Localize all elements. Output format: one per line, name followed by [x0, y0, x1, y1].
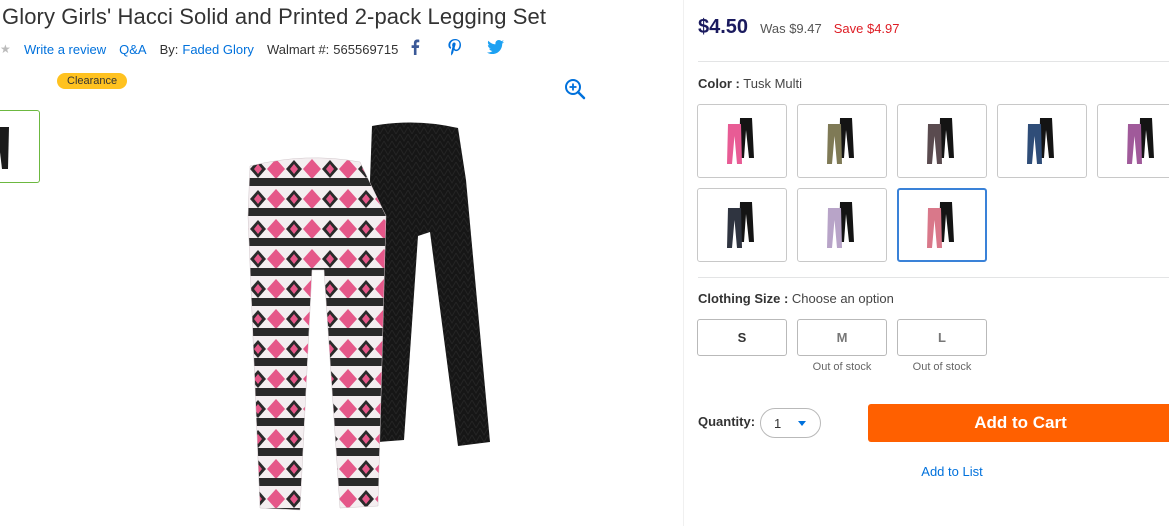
brand-link[interactable]: Faded Glory [182, 42, 254, 57]
write-review-link[interactable]: Write a review [24, 42, 106, 57]
size-m-status: Out of stock [812, 361, 872, 373]
size-l-status: Out of stock [912, 361, 972, 373]
facebook-icon[interactable] [406, 38, 424, 56]
size-label: Clothing Size : [698, 291, 789, 306]
swatch-image [927, 118, 954, 164]
star-icon: ★ [0, 42, 10, 56]
size-option-l[interactable]: L [897, 319, 987, 356]
swatch-image [727, 202, 754, 248]
swatch-image [727, 118, 754, 164]
swatch-image [827, 202, 854, 248]
pinterest-icon[interactable] [446, 38, 464, 56]
quantity-select[interactable]: 1 [760, 408, 821, 438]
add-to-list-link[interactable]: Add to List [868, 464, 1036, 479]
size-option-s[interactable]: S [697, 319, 787, 356]
product-image [240, 120, 510, 520]
swatch-image [1127, 118, 1154, 164]
walmart-number: 565569715 [333, 41, 399, 57]
qa-link[interactable]: Q&A [119, 42, 146, 57]
current-price: $4.50 [698, 16, 749, 38]
color-swatch-purple-print[interactable] [1097, 104, 1169, 178]
by-label: By: [159, 41, 179, 57]
chevron-down-icon [798, 421, 806, 426]
color-swatch-navy-denim[interactable] [997, 104, 1087, 178]
product-meta: ★ Write a review Q&A By: Faded Glory Wal… [0, 40, 398, 58]
add-to-cart-button[interactable]: Add to Cart [868, 404, 1169, 442]
size-label-row: Clothing Size : Choose an option [698, 291, 894, 306]
color-value: Tusk Multi [743, 76, 803, 91]
walmart-label: Walmart #: [266, 41, 330, 57]
clearance-badge: Clearance [57, 73, 128, 89]
color-swatch-lavender-floral[interactable] [797, 188, 887, 262]
price-row: $4.50 Was $9.47 Save $4.97 [698, 16, 900, 39]
size-value: Choose an option [791, 291, 894, 306]
product-title: Glory Girls' Hacci Solid and Printed 2-p… [2, 4, 547, 29]
color-label: Color : [698, 76, 740, 91]
color-swatch-olive-camo[interactable] [797, 104, 887, 178]
color-swatch-black-dots[interactable] [697, 188, 787, 262]
color-swatch-pink-aztec[interactable] [697, 104, 787, 178]
color-label-row: Color : Tusk Multi [698, 76, 802, 91]
savings: Save $4.97 [833, 21, 900, 36]
social-share [406, 38, 504, 56]
zoom-in-icon[interactable] [564, 78, 586, 100]
swatch-image [1027, 118, 1054, 164]
twitter-icon[interactable] [486, 38, 504, 56]
quantity-value: 1 [774, 415, 782, 431]
was-price: Was $9.47 [760, 21, 822, 36]
color-swatch-tusk-multi[interactable] [897, 188, 987, 262]
gallery-thumbnail[interactable] [0, 110, 40, 183]
divider [698, 277, 1169, 278]
divider [698, 61, 1169, 62]
panel-divider [683, 0, 684, 526]
color-swatch-black-fairisle[interactable] [897, 104, 987, 178]
swatch-image [827, 118, 854, 164]
quantity-label: Quantity: [698, 414, 756, 429]
swatch-image [927, 202, 954, 248]
size-option-m[interactable]: M [797, 319, 887, 356]
